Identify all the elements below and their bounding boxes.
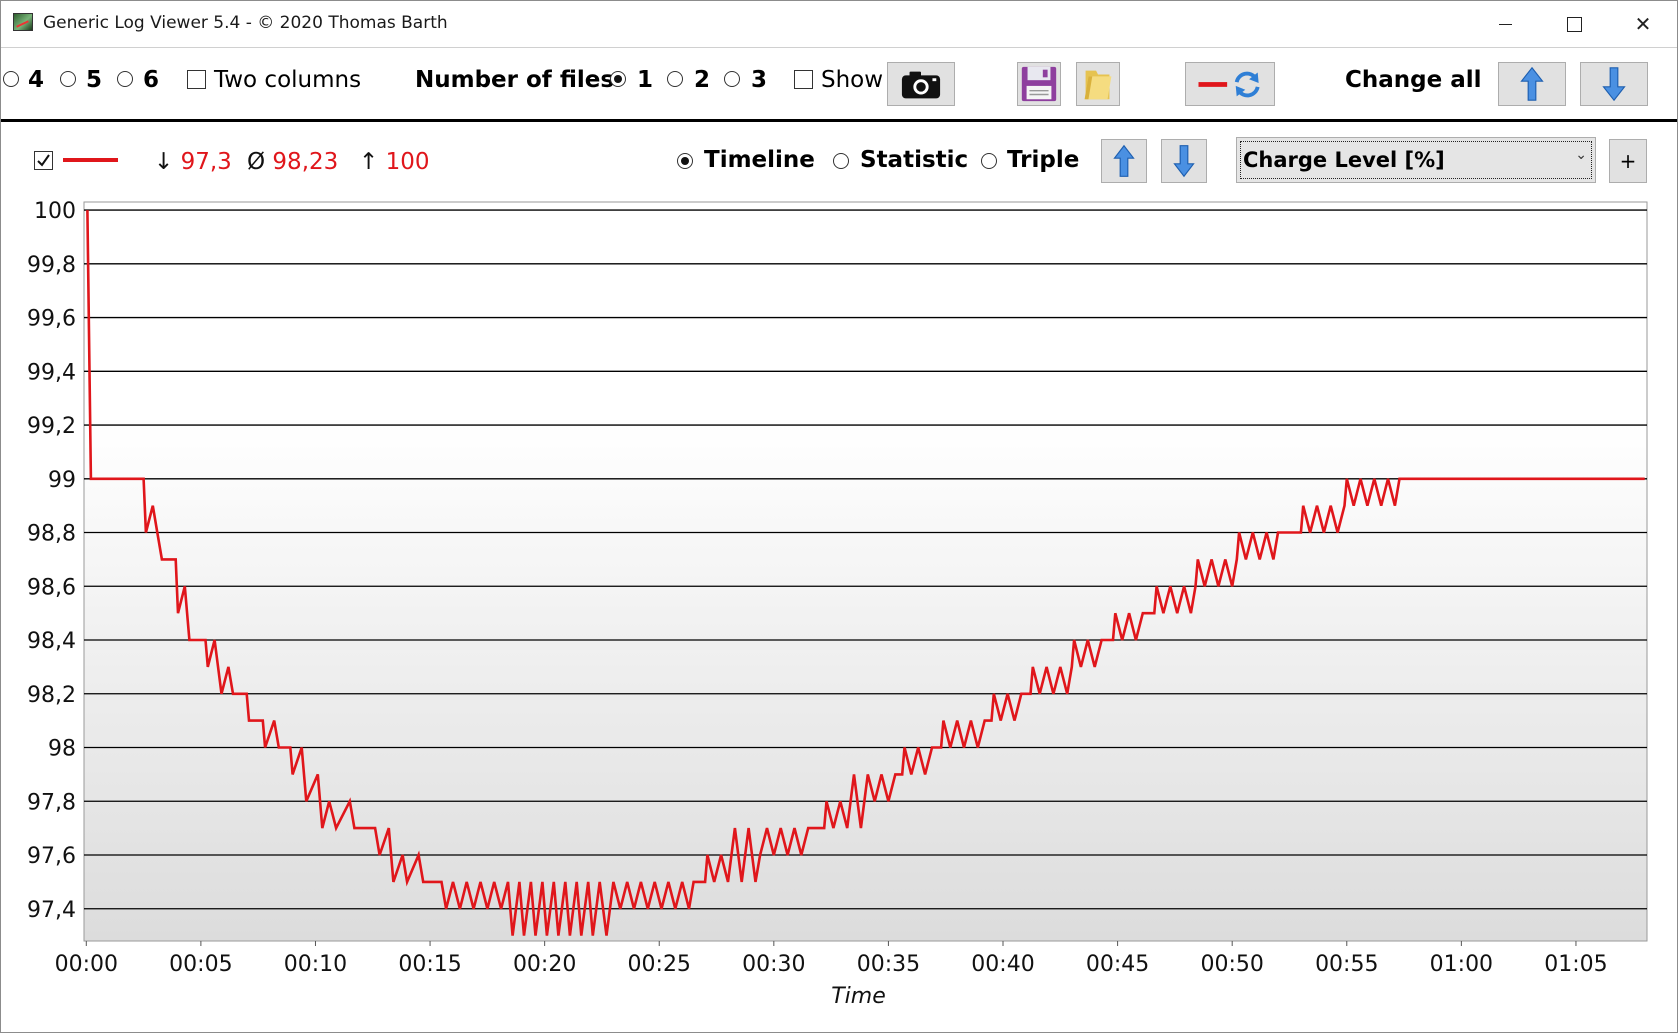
channel-select[interactable]: Charge Level [%] ⌄ <box>1236 137 1596 183</box>
main-toolbar: 4 5 6 Two columns Number of files 1 2 3 … <box>1 47 1677 117</box>
arrow-down-icon <box>1173 145 1195 178</box>
camera-icon <box>901 71 941 99</box>
arrow-down-icon <box>1602 67 1626 102</box>
y-tick-label: 98,6 <box>27 575 76 600</box>
x-tick-label: 00:00 <box>55 952 118 977</box>
x-axis-label: Time <box>831 984 886 1009</box>
min-value: 97,3 <box>180 149 232 175</box>
triple-radio[interactable] <box>981 153 997 169</box>
x-tick-label: 00:15 <box>398 952 461 977</box>
x-tick-label: 00:40 <box>971 952 1034 977</box>
y-tick-label: 97,6 <box>27 844 76 869</box>
floppy-disk-icon <box>1021 66 1057 102</box>
app-logo-icon <box>13 13 33 31</box>
checkmark-icon <box>37 154 50 167</box>
columns-5-radio[interactable] <box>60 71 76 87</box>
y-tick-label: 100 <box>34 199 76 224</box>
columns-6-label: 6 <box>143 67 160 93</box>
columns-4-label: 4 <box>28 67 45 93</box>
x-tick-label: 00:20 <box>513 952 576 977</box>
y-tick-label: 98,8 <box>27 522 76 547</box>
close-button[interactable]: ✕ <box>1608 1 1678 47</box>
plot-area <box>83 201 1648 942</box>
show-checkbox[interactable] <box>794 70 813 89</box>
x-tick-label: 00:05 <box>169 952 232 977</box>
y-tick-label: 97,8 <box>27 790 76 815</box>
statistic-radio[interactable] <box>833 153 849 169</box>
y-tick-label: 99,4 <box>27 360 76 385</box>
arrow-up-small-icon: ↑ <box>359 149 379 175</box>
two-columns-label: Two columns <box>214 67 362 93</box>
files-3-radio[interactable] <box>724 71 740 87</box>
arrow-up-icon <box>1113 144 1135 177</box>
x-tick-label: 00:55 <box>1315 952 1378 977</box>
change-all-down-button[interactable] <box>1580 62 1648 106</box>
chevron-down-icon: ⌄ <box>1575 147 1587 163</box>
save-button[interactable] <box>1017 62 1061 106</box>
y-tick-label: 97,4 <box>27 898 76 923</box>
columns-6-radio[interactable] <box>117 71 133 87</box>
series-up-button[interactable] <box>1101 139 1147 183</box>
y-tick-label: 98,2 <box>27 683 76 708</box>
x-tick-label: 00:10 <box>284 952 347 977</box>
line-refresh-button[interactable] <box>1185 62 1275 106</box>
y-tick-label: 99 <box>48 468 76 493</box>
x-tick-label: 00:45 <box>1086 952 1149 977</box>
columns-5-label: 5 <box>86 67 103 93</box>
app-window: Generic Log Viewer 5.4 - © 2020 Thomas B… <box>0 0 1678 1033</box>
screenshot-button[interactable] <box>887 62 955 106</box>
avg-value: 98,23 <box>272 149 339 175</box>
files-1-radio[interactable] <box>610 71 626 87</box>
series-visible-checkbox[interactable] <box>34 151 53 170</box>
columns-4-radio[interactable] <box>3 71 19 87</box>
files-2-radio[interactable] <box>667 71 683 87</box>
title-bar: Generic Log Viewer 5.4 - © 2020 Thomas B… <box>1 1 1677 47</box>
open-button[interactable] <box>1076 62 1120 106</box>
arrow-up-icon <box>1520 66 1544 101</box>
x-tick-label: 01:00 <box>1430 952 1493 977</box>
files-3-label: 3 <box>751 67 768 93</box>
max-stat: ↑ 100 <box>359 149 430 175</box>
x-tick-label: 00:35 <box>857 952 920 977</box>
series-line-sample[interactable] <box>63 158 118 162</box>
window-title: Generic Log Viewer 5.4 - © 2020 Thomas B… <box>43 13 448 33</box>
avg-stat: Ø 98,23 <box>247 149 338 175</box>
channel-select-value: Charge Level [%] <box>1243 148 1445 172</box>
y-tick-label: 99,8 <box>27 253 76 278</box>
timeline-radio[interactable] <box>677 153 693 169</box>
max-value: 100 <box>385 149 430 175</box>
average-symbol-icon: Ø <box>247 149 266 175</box>
line-refresh-icon <box>1198 71 1260 98</box>
series-down-button[interactable] <box>1161 139 1207 183</box>
y-tick-label: 99,6 <box>27 307 76 332</box>
change-all-label: Change all <box>1345 67 1482 93</box>
x-tick-label: 00:50 <box>1200 952 1263 977</box>
triple-label: Triple <box>1007 147 1080 173</box>
plus-icon: + <box>1619 149 1637 173</box>
folder-icon <box>1084 70 1112 100</box>
chart-area: 97,4 97,6 97,8 98 98,2 98,4 98,6 98,8 99 99,2 99,4… <box>1 191 1677 1033</box>
x-tick-label: 00:25 <box>628 952 691 977</box>
close-icon: ✕ <box>1634 12 1652 36</box>
change-all-up-button[interactable] <box>1498 62 1566 106</box>
x-tick-label: 00:30 <box>742 952 805 977</box>
number-of-files-label: Number of files <box>415 67 615 93</box>
timeline-chart: 97,4 97,6 97,8 98 98,2 98,4 98,6 98,8 99 99,2 99,4… <box>27 199 1648 1009</box>
arrow-down-small-icon: ↓ <box>154 149 174 175</box>
statistic-label: Statistic <box>860 147 969 173</box>
maximize-button[interactable] <box>1538 1 1608 47</box>
files-2-label: 2 <box>694 67 711 93</box>
toolbar-separator <box>1 119 1677 122</box>
y-tick-label: 98,4 <box>27 629 76 654</box>
minimize-button[interactable] <box>1470 1 1540 47</box>
timeline-label: Timeline <box>704 147 815 173</box>
x-tick-label: 01:05 <box>1544 952 1607 977</box>
add-chart-button[interactable]: + <box>1609 139 1647 183</box>
y-tick-label: 98 <box>48 737 76 762</box>
show-label: Show <box>821 67 884 93</box>
two-columns-checkbox[interactable] <box>187 70 206 89</box>
y-tick-label: 99,2 <box>27 414 76 439</box>
files-1-label: 1 <box>637 67 654 93</box>
min-stat: ↓ 97,3 <box>154 149 232 175</box>
